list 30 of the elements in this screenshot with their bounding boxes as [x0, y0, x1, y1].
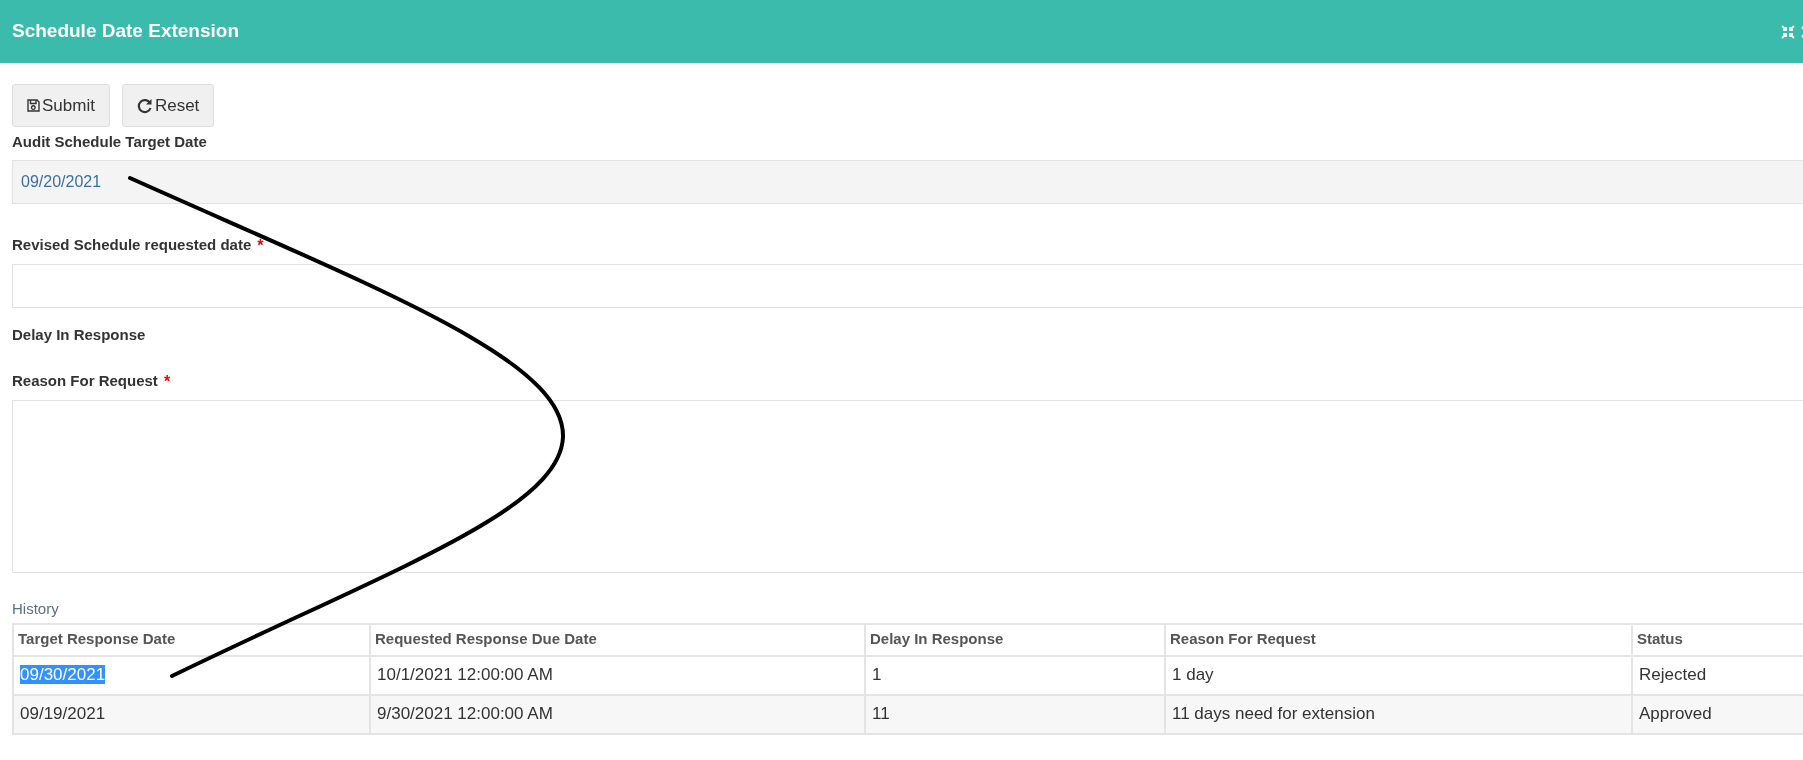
column-header: Target Response Date	[13, 623, 370, 656]
table-cell: 11 days need for extension	[1165, 694, 1632, 734]
field-label: Reason For Request	[12, 371, 158, 391]
table-cell: 11	[865, 694, 1165, 734]
table-cell: 10/1/2021 12:00:00 AM	[370, 655, 865, 695]
date-field[interactable]	[12, 263, 1803, 308]
reason-textarea[interactable]	[12, 400, 1803, 573]
column-header: Requested Response Due Date	[370, 623, 865, 656]
column-header: Status	[1632, 623, 1803, 656]
field-label: Audit Schedule Target Date	[12, 132, 207, 152]
collapse-icon[interactable]	[1781, 24, 1795, 39]
field-label: Revised Schedule requested date	[12, 234, 252, 255]
reset-button[interactable]: Reset	[121, 84, 215, 127]
save-icon	[27, 99, 40, 112]
table-cell: Approved	[1632, 694, 1803, 734]
submit-button[interactable]: Submit	[12, 84, 110, 127]
readonly-date-field[interactable]: 09/20/2021	[12, 159, 1803, 204]
table-cell: 09/19/2021	[13, 694, 370, 734]
table-cell: 1 day	[1165, 655, 1632, 695]
column-header: Delay In Response	[865, 623, 1165, 656]
history-caption: History	[12, 599, 60, 619]
required-asterisk: *	[163, 372, 171, 392]
table-cell: 1	[865, 655, 1165, 695]
highlighted-text: 09/30/2021	[20, 665, 106, 685]
table-cell: 9/30/2021 12:00:00 AM	[370, 694, 865, 734]
redo-icon	[136, 97, 153, 114]
column-header: Reason For Request	[1165, 623, 1632, 656]
field-label: Delay In Response	[12, 324, 146, 345]
dialog-title: Schedule Date Extension	[12, 19, 239, 44]
required-asterisk: *	[257, 235, 264, 256]
